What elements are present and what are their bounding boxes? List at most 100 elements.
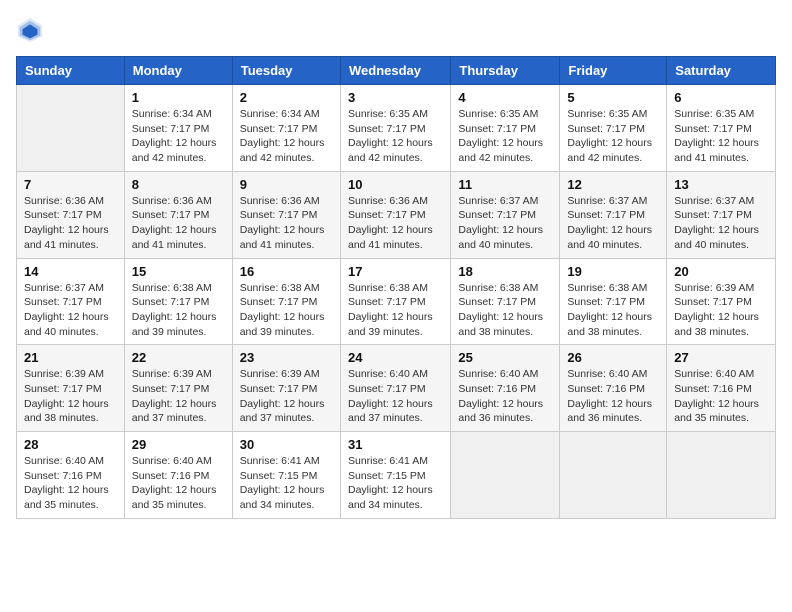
day-info: Sunrise: 6:39 AMSunset: 7:17 PMDaylight:…	[674, 281, 768, 340]
calendar-cell: 4 Sunrise: 6:35 AMSunset: 7:17 PMDaylight…	[451, 85, 560, 172]
day-info: Sunrise: 6:38 AMSunset: 7:17 PMDaylight:…	[458, 281, 552, 340]
day-info: Sunrise: 6:34 AMSunset: 7:17 PMDaylight:…	[132, 107, 225, 166]
calendar-table: SundayMondayTuesdayWednesdayThursdayFrid…	[16, 56, 776, 519]
day-number: 21	[24, 350, 117, 365]
calendar-cell: 27 Sunrise: 6:40 AMSunset: 7:16 PMDayligh…	[667, 345, 776, 432]
day-number: 16	[240, 264, 333, 279]
day-number: 31	[348, 437, 443, 452]
calendar-week-row: 14 Sunrise: 6:37 AMSunset: 7:17 PMDayligh…	[17, 258, 776, 345]
calendar-cell	[560, 432, 667, 519]
day-number: 15	[132, 264, 225, 279]
day-number: 14	[24, 264, 117, 279]
day-number: 18	[458, 264, 552, 279]
calendar-cell: 19 Sunrise: 6:38 AMSunset: 7:17 PMDayligh…	[560, 258, 667, 345]
calendar-week-row: 7 Sunrise: 6:36 AMSunset: 7:17 PMDaylight…	[17, 171, 776, 258]
calendar-cell: 3 Sunrise: 6:35 AMSunset: 7:17 PMDaylight…	[340, 85, 450, 172]
calendar-cell: 14 Sunrise: 6:37 AMSunset: 7:17 PMDayligh…	[17, 258, 125, 345]
calendar-week-row: 28 Sunrise: 6:40 AMSunset: 7:16 PMDayligh…	[17, 432, 776, 519]
day-info: Sunrise: 6:40 AMSunset: 7:16 PMDaylight:…	[24, 454, 117, 513]
day-info: Sunrise: 6:40 AMSunset: 7:16 PMDaylight:…	[458, 367, 552, 426]
day-info: Sunrise: 6:38 AMSunset: 7:17 PMDaylight:…	[348, 281, 443, 340]
calendar-header-row: SundayMondayTuesdayWednesdayThursdayFrid…	[17, 57, 776, 85]
day-number: 1	[132, 90, 225, 105]
column-header-friday: Friday	[560, 57, 667, 85]
calendar-cell: 16 Sunrise: 6:38 AMSunset: 7:17 PMDayligh…	[232, 258, 340, 345]
column-header-wednesday: Wednesday	[340, 57, 450, 85]
day-number: 8	[132, 177, 225, 192]
day-info: Sunrise: 6:37 AMSunset: 7:17 PMDaylight:…	[24, 281, 117, 340]
calendar-cell: 13 Sunrise: 6:37 AMSunset: 7:17 PMDayligh…	[667, 171, 776, 258]
day-info: Sunrise: 6:40 AMSunset: 7:17 PMDaylight:…	[348, 367, 443, 426]
day-number: 7	[24, 177, 117, 192]
day-number: 29	[132, 437, 225, 452]
calendar-cell: 9 Sunrise: 6:36 AMSunset: 7:17 PMDaylight…	[232, 171, 340, 258]
calendar-week-row: 21 Sunrise: 6:39 AMSunset: 7:17 PMDayligh…	[17, 345, 776, 432]
day-info: Sunrise: 6:36 AMSunset: 7:17 PMDaylight:…	[348, 194, 443, 253]
day-number: 2	[240, 90, 333, 105]
day-info: Sunrise: 6:38 AMSunset: 7:17 PMDaylight:…	[132, 281, 225, 340]
calendar-cell: 23 Sunrise: 6:39 AMSunset: 7:17 PMDayligh…	[232, 345, 340, 432]
day-number: 3	[348, 90, 443, 105]
day-info: Sunrise: 6:37 AMSunset: 7:17 PMDaylight:…	[674, 194, 768, 253]
calendar-cell	[451, 432, 560, 519]
calendar-cell: 2 Sunrise: 6:34 AMSunset: 7:17 PMDaylight…	[232, 85, 340, 172]
day-number: 13	[674, 177, 768, 192]
day-number: 25	[458, 350, 552, 365]
day-info: Sunrise: 6:35 AMSunset: 7:17 PMDaylight:…	[348, 107, 443, 166]
calendar-cell: 18 Sunrise: 6:38 AMSunset: 7:17 PMDayligh…	[451, 258, 560, 345]
column-header-tuesday: Tuesday	[232, 57, 340, 85]
day-info: Sunrise: 6:38 AMSunset: 7:17 PMDaylight:…	[567, 281, 659, 340]
day-info: Sunrise: 6:40 AMSunset: 7:16 PMDaylight:…	[567, 367, 659, 426]
day-number: 19	[567, 264, 659, 279]
calendar-week-row: 1 Sunrise: 6:34 AMSunset: 7:17 PMDaylight…	[17, 85, 776, 172]
day-number: 4	[458, 90, 552, 105]
day-number: 10	[348, 177, 443, 192]
column-header-saturday: Saturday	[667, 57, 776, 85]
day-info: Sunrise: 6:36 AMSunset: 7:17 PMDaylight:…	[24, 194, 117, 253]
calendar-body: 1 Sunrise: 6:34 AMSunset: 7:17 PMDaylight…	[17, 85, 776, 519]
day-number: 28	[24, 437, 117, 452]
day-info: Sunrise: 6:39 AMSunset: 7:17 PMDaylight:…	[240, 367, 333, 426]
calendar-cell: 6 Sunrise: 6:35 AMSunset: 7:17 PMDaylight…	[667, 85, 776, 172]
calendar-cell: 5Sunrise: 6:35 AMSunset: 7:17 PMDaylight…	[560, 85, 667, 172]
day-number: 9	[240, 177, 333, 192]
day-number: 24	[348, 350, 443, 365]
calendar-cell: 17 Sunrise: 6:38 AMSunset: 7:17 PMDayligh…	[340, 258, 450, 345]
day-number: 12	[567, 177, 659, 192]
calendar-cell	[17, 85, 125, 172]
calendar-cell: 1 Sunrise: 6:34 AMSunset: 7:17 PMDaylight…	[124, 85, 232, 172]
day-number: 27	[674, 350, 768, 365]
day-info: Sunrise: 6:35 AMSunset: 7:17 PMDaylight:…	[458, 107, 552, 166]
column-header-monday: Monday	[124, 57, 232, 85]
day-info: Sunrise: 6:36 AMSunset: 7:17 PMDaylight:…	[240, 194, 333, 253]
calendar-cell	[667, 432, 776, 519]
calendar-cell: 21 Sunrise: 6:39 AMSunset: 7:17 PMDayligh…	[17, 345, 125, 432]
day-info: Sunrise: 6:36 AMSunset: 7:17 PMDaylight:…	[132, 194, 225, 253]
logo	[16, 16, 48, 44]
day-info: Sunrise: 6:38 AMSunset: 7:17 PMDaylight:…	[240, 281, 333, 340]
calendar-cell: 25 Sunrise: 6:40 AMSunset: 7:16 PMDayligh…	[451, 345, 560, 432]
day-info: Sunrise: 6:35 AMSunset: 7:17 PMDaylight:…	[674, 107, 768, 166]
day-number: 17	[348, 264, 443, 279]
day-info: Sunrise: 6:34 AMSunset: 7:17 PMDaylight:…	[240, 107, 333, 166]
day-number: 23	[240, 350, 333, 365]
day-number: 30	[240, 437, 333, 452]
day-info: Sunrise: 6:40 AMSunset: 7:16 PMDaylight:…	[674, 367, 768, 426]
calendar-cell: 26 Sunrise: 6:40 AMSunset: 7:16 PMDayligh…	[560, 345, 667, 432]
calendar-cell: 31Sunrise: 6:41 AMSunset: 7:15 PMDayligh…	[340, 432, 450, 519]
calendar-cell: 28 Sunrise: 6:40 AMSunset: 7:16 PMDayligh…	[17, 432, 125, 519]
day-number: 6	[674, 90, 768, 105]
day-number: 22	[132, 350, 225, 365]
day-info: Sunrise: 6:40 AMSunset: 7:16 PMDaylight:…	[132, 454, 225, 513]
calendar-cell: 20 Sunrise: 6:39 AMSunset: 7:17 PMDayligh…	[667, 258, 776, 345]
page-header	[16, 16, 776, 44]
day-info: Sunrise: 6:39 AMSunset: 7:17 PMDaylight:…	[24, 367, 117, 426]
calendar-cell: 12 Sunrise: 6:37 AMSunset: 7:17 PMDayligh…	[560, 171, 667, 258]
day-number: 26	[567, 350, 659, 365]
calendar-cell: 7 Sunrise: 6:36 AMSunset: 7:17 PMDaylight…	[17, 171, 125, 258]
calendar-cell: 10 Sunrise: 6:36 AMSunset: 7:17 PMDayligh…	[340, 171, 450, 258]
calendar-cell: 8 Sunrise: 6:36 AMSunset: 7:17 PMDaylight…	[124, 171, 232, 258]
day-info: Sunrise: 6:37 AMSunset: 7:17 PMDaylight:…	[567, 194, 659, 253]
day-number: 20	[674, 264, 768, 279]
logo-icon	[16, 16, 44, 44]
